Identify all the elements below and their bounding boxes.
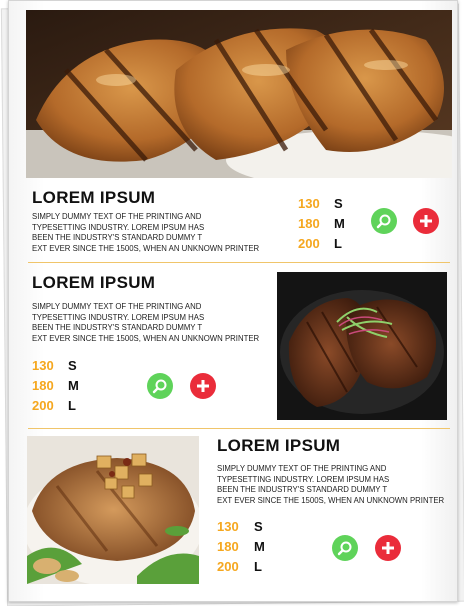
hero-food-image xyxy=(26,10,452,178)
item-2-size-large: L xyxy=(68,398,76,413)
item-2-zoom-button[interactable] xyxy=(147,373,173,399)
item-2-price-medium: 180 xyxy=(32,378,54,393)
item-1-title: LOREM IPSUM xyxy=(32,188,156,207)
item-3-size-medium: M xyxy=(254,539,265,554)
item-1-description: SIMPLY DUMMY TEXT OF THE PRINTING AND TY… xyxy=(32,212,259,254)
section-divider xyxy=(28,428,450,429)
item-1-add-button[interactable] xyxy=(413,208,439,234)
magnifier-icon xyxy=(337,541,352,556)
item-2-add-button[interactable] xyxy=(190,373,216,399)
item-2-title: LOREM IPSUM xyxy=(32,273,156,292)
item-1-price-small: 130 xyxy=(298,196,320,211)
section-divider xyxy=(28,262,450,263)
item-3-price-medium: 180 xyxy=(217,539,239,554)
item-2-desc-line: BEEN THE INDUSTRY'S STANDARD DUMMY T xyxy=(32,323,203,332)
item-3-zoom-button[interactable] xyxy=(332,535,358,561)
item-2-desc-line: TYPESETTING INDUSTRY. LOREM IPSUM HAS xyxy=(32,312,205,322)
item-3-price-small: 130 xyxy=(217,519,239,534)
item-3-food-image xyxy=(27,436,199,584)
item-1-size-large: L xyxy=(334,236,342,251)
item-2-desc-line: SIMPLY DUMMY TEXT OF THE PRINTING AND xyxy=(32,302,202,311)
item-1-desc-line: TYPESETTING INDUSTRY. LOREM IPSUM HAS xyxy=(32,222,205,232)
item-3-desc-line: BEEN THE INDUSTRY'S STANDARD DUMMY T xyxy=(217,485,388,494)
plus-icon xyxy=(197,380,209,392)
item-2-size-medium: M xyxy=(68,378,79,393)
item-3-description: SIMPLY DUMMY TEXT OF THE PRINTING AND TY… xyxy=(217,464,444,506)
item-3-size-large: L xyxy=(254,559,262,574)
item-2-desc-line: EXT EVER SINCE THE 1500S, WHEN AN UNKNOW… xyxy=(32,333,260,343)
item-3-price-large: 200 xyxy=(217,559,239,574)
magnifier-icon xyxy=(152,379,167,394)
plus-icon xyxy=(420,215,432,227)
item-2-food-image xyxy=(277,272,447,420)
item-3-size-small: S xyxy=(254,519,263,534)
item-2-price-large: 200 xyxy=(32,398,54,413)
item-3-add-button[interactable] xyxy=(375,535,401,561)
magnifier-icon xyxy=(376,214,391,229)
menu-page: LOREM IPSUM SIMPLY DUMMY TEXT OF THE PRI… xyxy=(0,0,464,606)
plus-icon xyxy=(382,542,394,554)
item-1-desc-line: SIMPLY DUMMY TEXT OF THE PRINTING AND xyxy=(32,212,202,221)
item-1-desc-line: EXT EVER SINCE THE 1500S, WHEN AN UNKNOW… xyxy=(32,243,260,253)
item-3-title: LOREM IPSUM xyxy=(217,436,341,455)
item-3-desc-line: SIMPLY DUMMY TEXT OF THE PRINTING AND xyxy=(217,464,387,473)
item-2-size-small: S xyxy=(68,358,77,373)
item-2-price-small: 130 xyxy=(32,358,54,373)
item-1-price-large: 200 xyxy=(298,236,320,251)
item-3-desc-line: EXT EVER SINCE THE 1500S, WHEN AN UNKNOW… xyxy=(217,495,445,505)
item-1-size-small: S xyxy=(334,196,343,211)
item-1-price-medium: 180 xyxy=(298,216,320,231)
item-1-desc-line: BEEN THE INDUSTRY'S STANDARD DUMMY T xyxy=(32,233,203,242)
item-1-zoom-button[interactable] xyxy=(371,208,397,234)
item-3-desc-line: TYPESETTING INDUSTRY. LOREM IPSUM HAS xyxy=(217,474,390,484)
item-1-size-medium: M xyxy=(334,216,345,231)
item-2-description: SIMPLY DUMMY TEXT OF THE PRINTING AND TY… xyxy=(32,302,259,344)
